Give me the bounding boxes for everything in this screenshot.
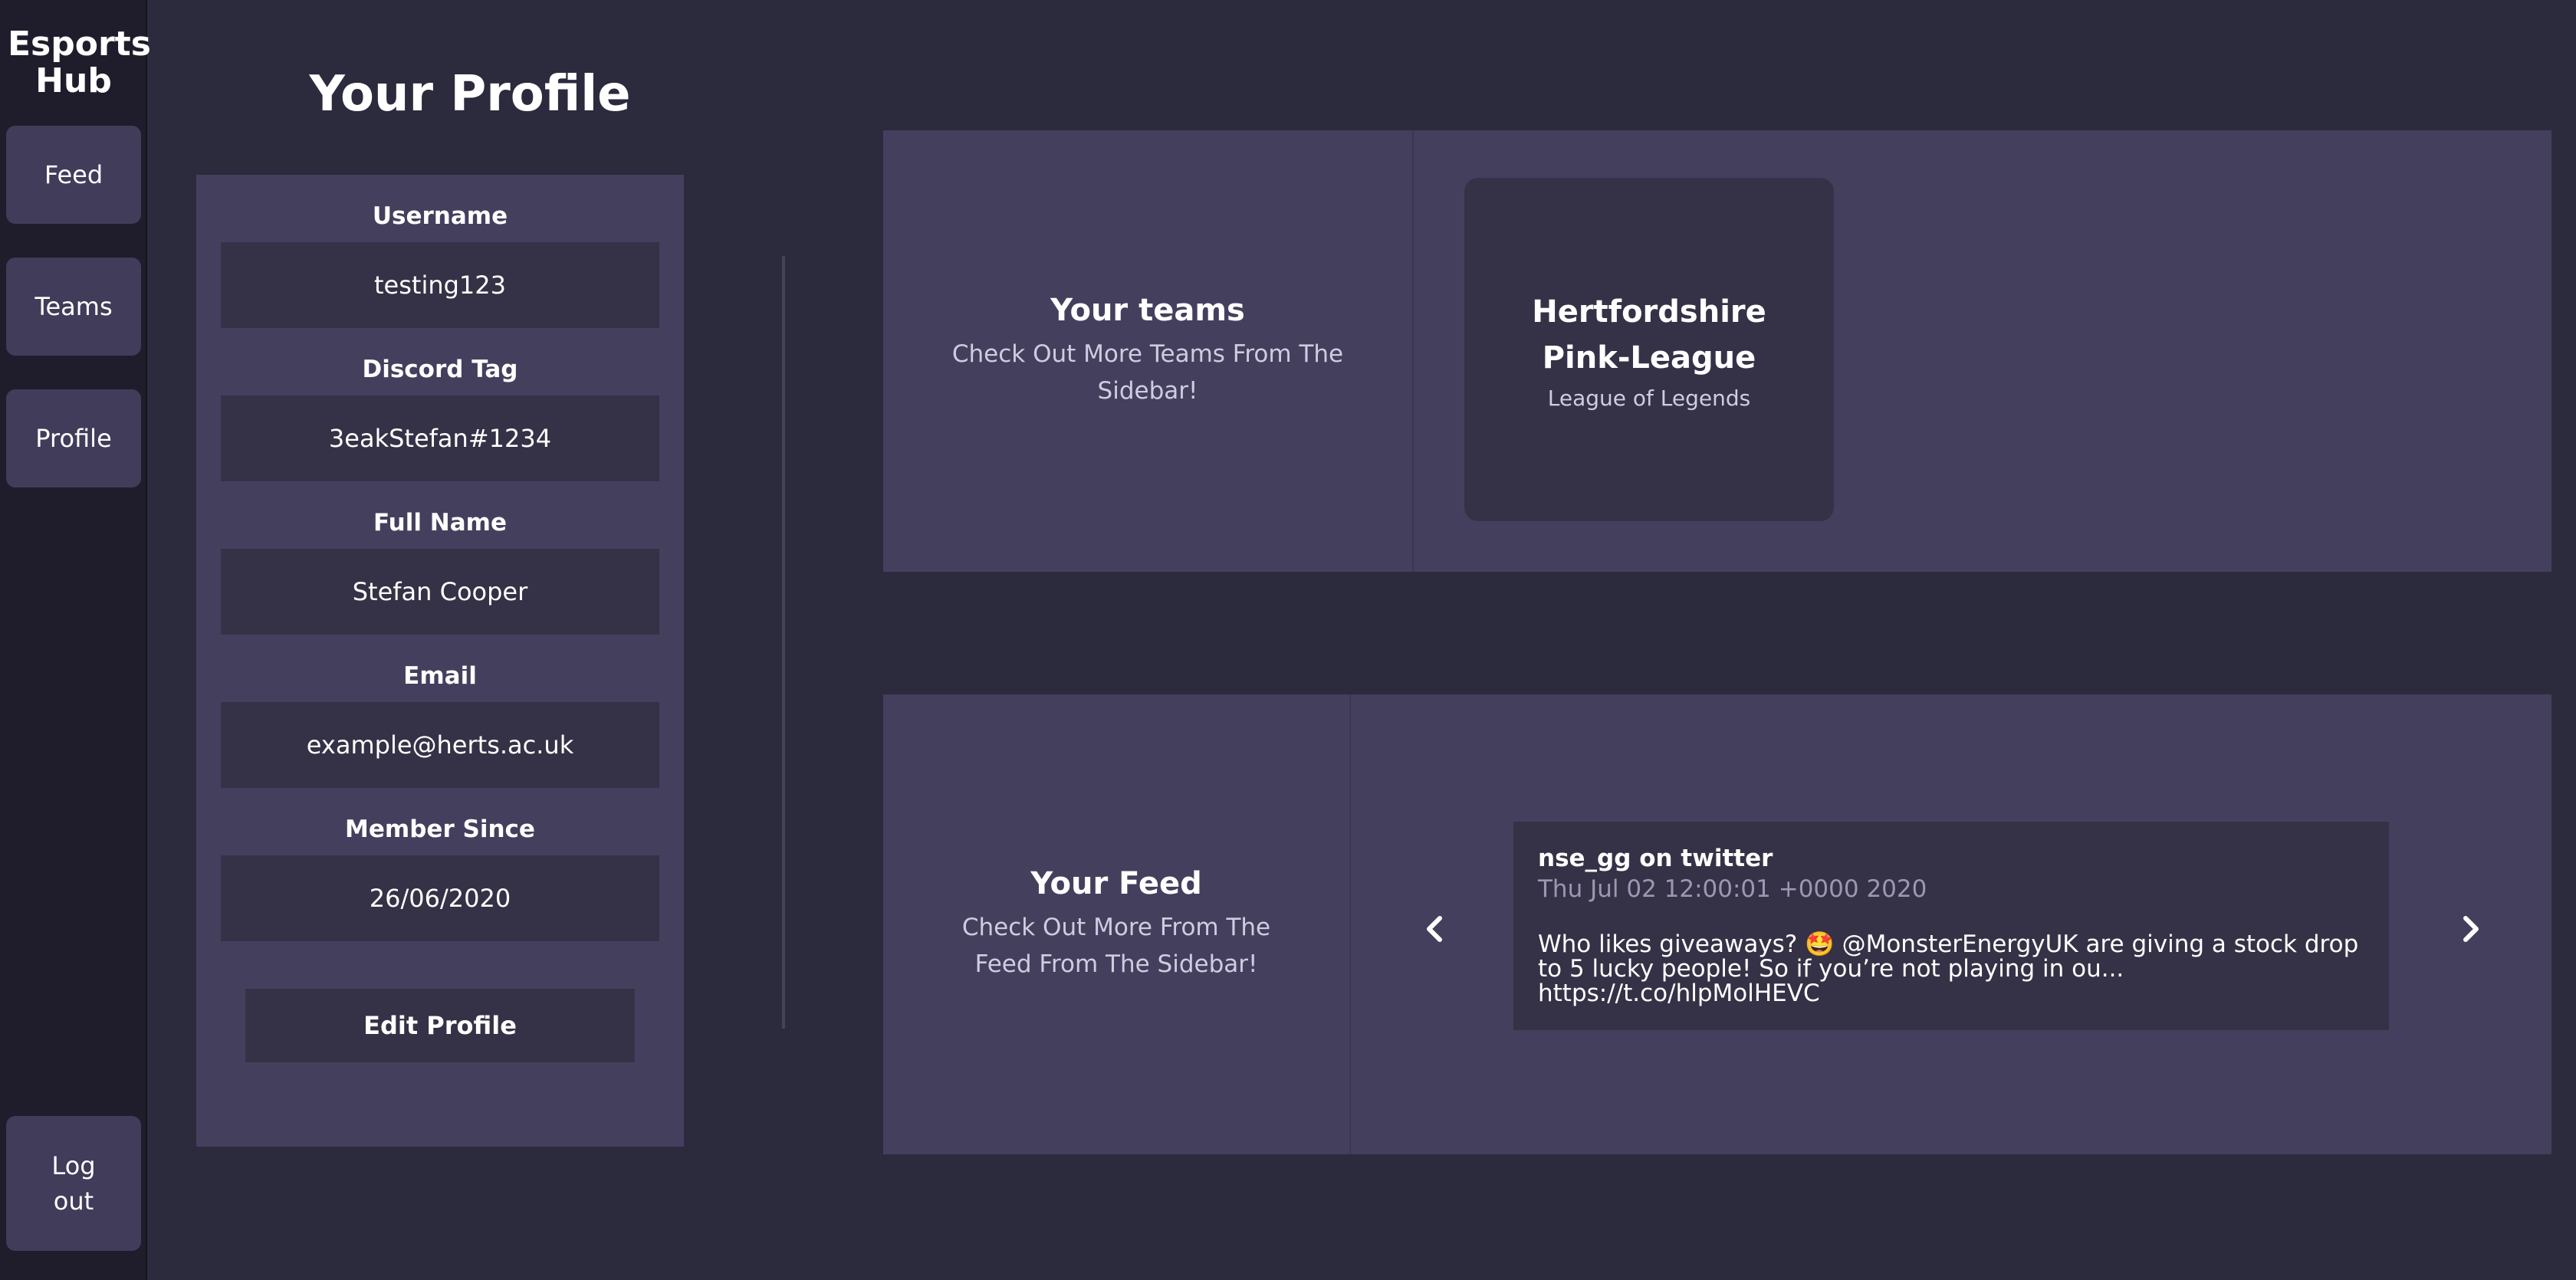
chevron-right-icon[interactable]: [2456, 914, 2487, 944]
teams-intro: Your teams Check Out More Teams From The…: [883, 130, 1412, 572]
member-since-label: Member Since: [345, 816, 535, 843]
feed-post[interactable]: nse_gg on twitter Thu Jul 02 12:00:01 +0…: [1513, 822, 2389, 1030]
discord-tag-label: Discord Tag: [362, 356, 518, 383]
column-divider: [782, 256, 785, 1029]
panel-divider: [1349, 694, 1351, 1154]
team-game: League of Legends: [1547, 385, 1751, 411]
post-date: Thu Jul 02 12:00:01 +0000 2020: [1538, 875, 1927, 903]
chevron-left-icon[interactable]: [1418, 914, 1449, 944]
logout-button[interactable]: Log out: [6, 1116, 141, 1251]
teams-panel: Your teams Check Out More Teams From The…: [883, 130, 2551, 572]
logout-label: Log out: [51, 1151, 96, 1216]
sidebar-item-profile[interactable]: Profile: [6, 389, 141, 487]
post-author: nse_gg on twitter: [1538, 845, 1773, 872]
full-name-value: Stefan Cooper: [221, 549, 659, 635]
email-label: Email: [403, 662, 477, 690]
email-value: example@herts.ac.uk: [221, 702, 659, 788]
discord-tag-value: 3eakStefan#1234: [221, 395, 659, 481]
page-title: Your Profile: [309, 66, 631, 123]
feed-panel: Your Feed Check Out More From The Feed F…: [883, 694, 2551, 1154]
sidebar-item-label: Teams: [34, 292, 113, 321]
edit-profile-button[interactable]: Edit Profile: [245, 989, 635, 1062]
sidebar-item-teams[interactable]: Teams: [6, 258, 141, 356]
sidebar-item-label: Feed: [44, 160, 104, 189]
sidebar-item-feed[interactable]: Feed: [6, 126, 141, 224]
team-name: Hertfordshire Pink-League: [1532, 294, 1766, 376]
feed-heading: Your Feed: [1030, 866, 1202, 901]
panel-divider: [1412, 130, 1414, 572]
full-name-label: Full Name: [373, 509, 507, 537]
sidebar-item-label: Profile: [35, 424, 112, 453]
post-text: Who likes giveaways? 🤩 @MonsterEnergyUK …: [1538, 930, 2359, 1007]
sidebar: Esports Hub Feed Teams Profile Log out: [0, 0, 151, 1280]
profile-card: Username testing123 Discord Tag 3eakStef…: [196, 175, 684, 1147]
team-card[interactable]: Hertfordshire Pink-League League of Lege…: [1464, 178, 1834, 521]
teams-subheading: Check Out More Teams From The Sidebar!: [951, 340, 1344, 405]
teams-heading: Your teams: [1050, 293, 1245, 328]
feed-subheading: Check Out More From The Feed From The Si…: [961, 914, 1271, 978]
username-label: Username: [372, 202, 508, 230]
feed-intro: Your Feed Check Out More From The Feed F…: [883, 694, 1349, 1154]
member-since-value: 26/06/2020: [221, 855, 659, 941]
username-value: testing123: [221, 242, 659, 328]
brand-logo: Esports Hub: [8, 25, 151, 100]
